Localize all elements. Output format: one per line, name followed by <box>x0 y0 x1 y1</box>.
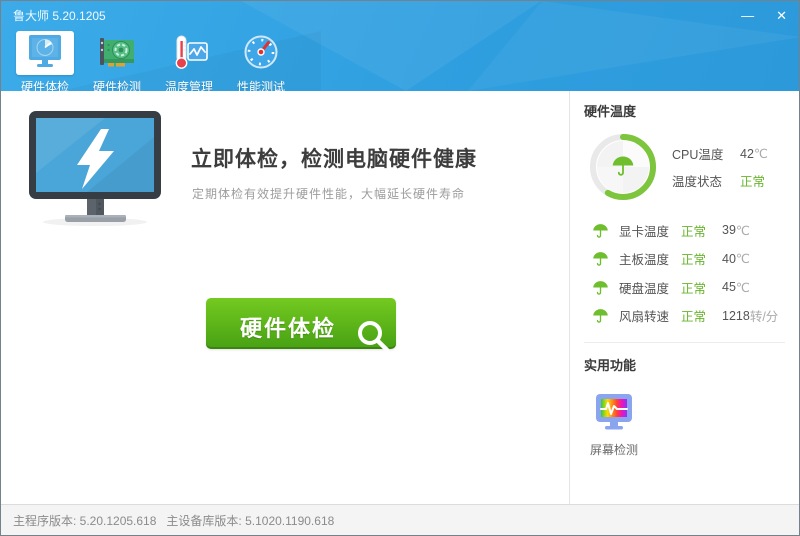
app-window: 鲁大师 5.20.1205 — ✕ 硬件体检 硬件检测 温度管理 性能测试 立即… <box>0 0 800 536</box>
row-label: 硬盘温度 <box>619 281 670 296</box>
row-unit: 转/分 <box>749 310 779 325</box>
tab-label: 性能测试 <box>236 80 285 91</box>
row-status: 正常 <box>681 253 707 268</box>
tools-section-title: 实用功能 <box>584 358 637 373</box>
tab-label: 硬件体检 <box>20 80 69 91</box>
checkup-heading: 立即体检，检测电脑硬件健康 <box>191 148 477 171</box>
cpu-temp-label: CPU温度 <box>672 148 724 162</box>
screen-test-icon <box>596 394 632 430</box>
temperature-section-title: 硬件温度 <box>584 104 637 119</box>
status-bar: 主程序版本: 5.20.1205.618 主设备库版本: 5.1020.1190… <box>1 504 799 535</box>
row-status: 正常 <box>681 281 707 296</box>
row-value: 1218 <box>722 308 750 323</box>
temp-status-row: 温度状态 正常 <box>672 167 768 194</box>
window-title: 鲁大师 5.20.1205 <box>13 8 106 23</box>
tab-hardware-detection[interactable]: 硬件检测 <box>81 31 153 91</box>
row-label: 主板温度 <box>619 253 670 268</box>
row-status: 正常 <box>681 224 707 239</box>
minimize-icon[interactable]: — <box>741 9 754 22</box>
tab-label: 硬件检测 <box>92 80 141 91</box>
row-status: 正常 <box>681 310 707 325</box>
magnifier-icon <box>358 321 390 353</box>
speedometer-icon <box>232 31 290 75</box>
monitor-gauge-icon <box>16 31 74 75</box>
temperature-rows: 显卡温度 正常 39 ℃ 主板温度 正常 40 ℃ 硬盘温度 正常 45 ℃ 风… <box>584 216 799 330</box>
program-version: 主程序版本: 5.20.1205.618 <box>13 513 157 528</box>
row-value: 40 <box>722 251 736 266</box>
monitor-lightning-illustration <box>29 111 161 226</box>
row-unit: ℃ <box>735 280 750 295</box>
close-icon[interactable]: ✕ <box>776 9 787 22</box>
cpu-temp-unit: ℃ <box>753 147 768 161</box>
temp-status-value: 正常 <box>740 175 766 189</box>
umbrella-icon <box>592 279 610 296</box>
row-value: 39 <box>722 223 736 238</box>
titlebar: 鲁大师 5.20.1205 — ✕ <box>1 1 799 29</box>
cpu-temperature-block: CPU温度 42 ℃ 温度状态 正常 <box>584 128 799 206</box>
screen-test-label: 屏幕检测 <box>590 443 639 457</box>
cpu-info: CPU温度 42 ℃ 温度状态 正常 <box>672 140 768 194</box>
sidebar-divider <box>584 342 785 343</box>
motherboard-temp-row: 主板温度 正常 40 ℃ <box>584 245 799 274</box>
disk-temp-row: 硬盘温度 正常 45 ℃ <box>584 273 799 302</box>
window-controls: — ✕ <box>741 9 787 22</box>
thermometer-chart-icon <box>160 31 218 75</box>
sidebar: 硬件温度 CPU温度 42 ℃ 温度状态 正常 显卡温度 正常 39 ℃ 主板温… <box>569 91 799 504</box>
hardware-checkup-button[interactable]: 硬件体检 <box>206 298 396 353</box>
row-unit: ℃ <box>735 223 750 238</box>
row-label: 显卡温度 <box>619 224 670 239</box>
cpu-temperature-gauge <box>590 134 656 200</box>
app-header: 鲁大师 5.20.1205 — ✕ 硬件体检 硬件检测 温度管理 性能测试 <box>1 1 799 91</box>
content-area: 立即体检，检测电脑硬件健康 定期体检有效提升硬件性能，大幅延长硬件寿命 硬件体检… <box>1 91 799 504</box>
cpu-temp-value: 42 <box>740 146 754 161</box>
hardware-checkup-button-label: 硬件体检 <box>240 316 337 341</box>
umbrella-icon <box>592 307 610 324</box>
umbrella-icon <box>592 222 610 239</box>
row-label: 风扇转速 <box>619 310 670 325</box>
umbrella-icon <box>592 250 610 267</box>
screen-test-tool[interactable]: 屏幕检测 <box>590 390 638 458</box>
row-value: 45 <box>722 280 736 295</box>
main-panel: 立即体检，检测电脑硬件健康 定期体检有效提升硬件性能，大幅延长硬件寿命 硬件体检 <box>1 91 569 504</box>
fan-speed-row: 风扇转速 正常 1218 转/分 <box>584 302 799 331</box>
gpu-temp-row: 显卡温度 正常 39 ℃ <box>584 216 799 245</box>
tab-temperature-management[interactable]: 温度管理 <box>153 31 225 91</box>
temp-status-label: 温度状态 <box>672 175 723 189</box>
tab-label: 温度管理 <box>164 80 213 91</box>
main-tabs: 硬件体检 硬件检测 温度管理 性能测试 <box>1 29 799 91</box>
tab-hardware-checkup[interactable]: 硬件体检 <box>9 31 81 91</box>
gpu-card-icon <box>88 31 146 75</box>
row-unit: ℃ <box>735 252 750 267</box>
device-db-version: 主设备库版本: 5.1020.1190.618 <box>166 513 335 528</box>
checkup-subheading: 定期体检有效提升硬件性能，大幅延长硬件寿命 <box>192 187 466 201</box>
cpu-temp-row: CPU温度 42 ℃ <box>672 140 768 167</box>
tab-performance-test[interactable]: 性能测试 <box>225 31 297 91</box>
